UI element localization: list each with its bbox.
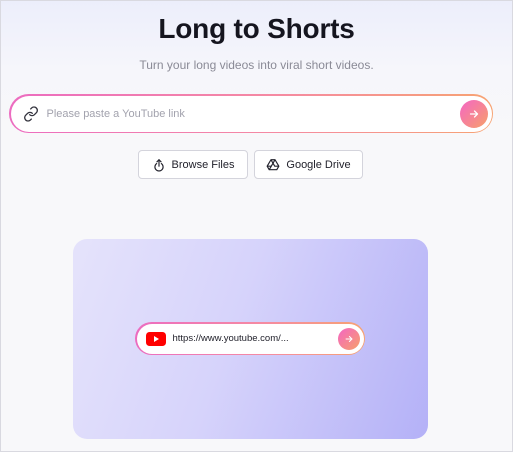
google-drive-label: Google Drive [286, 158, 351, 171]
google-drive-icon [266, 158, 280, 170]
google-drive-button[interactable]: Google Drive [254, 150, 363, 179]
demo-url-text: https://www.youtube.com/... [172, 332, 289, 344]
link-icon [23, 105, 39, 122]
arrow-right-icon [345, 335, 352, 342]
demo-link-bar: https://www.youtube.com/... [135, 322, 365, 355]
youtube-icon [145, 331, 166, 346]
search-container [10, 95, 492, 132]
demo-submit-button [337, 327, 360, 350]
browse-files-button[interactable]: Browse Files [138, 150, 248, 179]
submit-link-button[interactable] [459, 99, 488, 128]
upload-icon [153, 158, 164, 171]
browse-files-label: Browse Files [171, 158, 235, 171]
page-title: Long to Shorts [158, 13, 355, 44]
youtube-link-search-bar [9, 94, 493, 133]
arrow-right-icon [469, 109, 478, 118]
youtube-link-input[interactable] [46, 103, 447, 124]
demo-link-container: https://www.youtube.com/... [136, 323, 364, 354]
demo-preview-card: https://www.youtube.com/... [73, 239, 428, 439]
page-subtitle: Turn your long videos into viral short v… [139, 58, 374, 72]
